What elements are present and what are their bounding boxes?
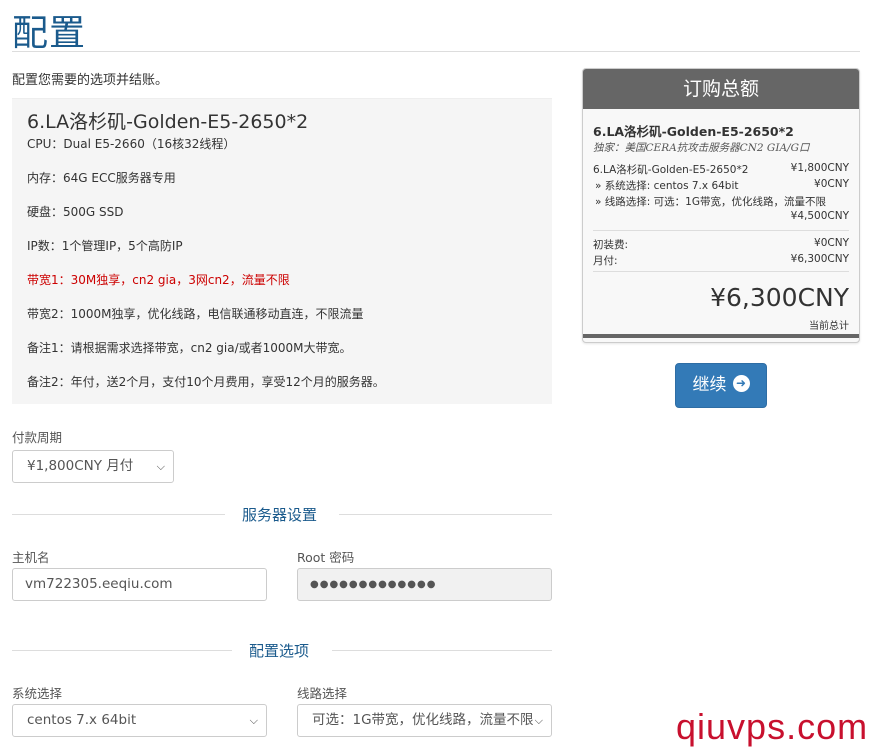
- order-summary-panel: 订购总额 6.LA洛杉矶-Golden-E5-2650*2 独家：美国CERA抗…: [582, 68, 860, 343]
- config-options-title: 配置选项: [249, 642, 310, 660]
- summary-divider: [593, 230, 849, 231]
- setup-fee-label: 初装费:: [593, 239, 629, 251]
- monthly-label: 月付:: [593, 255, 618, 267]
- chevron-down-icon: ⌵: [156, 460, 165, 473]
- os-select-label: 系统选择: [12, 686, 63, 701]
- os-select[interactable]: centos 7.x 64bit ⌵: [12, 704, 267, 737]
- line-select-value: 可选：1G带宽，优化线路，流量不限: [312, 712, 534, 728]
- product-name: 6.LA洛杉矶-Golden-E5-2650*2: [27, 111, 309, 133]
- continue-button[interactable]: 继续 ➜: [675, 363, 767, 408]
- root-password-label: Root 密码: [297, 550, 355, 565]
- arrow-circle-right-icon: ➜: [732, 374, 750, 392]
- page-title: 配置: [12, 13, 87, 54]
- chevron-down-icon: ⌵: [249, 714, 258, 727]
- config-options-heading: 配置选项: [12, 640, 552, 660]
- summary-product-desc: 独家：美国CERA抗攻击服务器CN2 GIA/G口: [593, 142, 810, 154]
- summary-divider: [593, 271, 849, 272]
- summary-line-price: ¥1,800CNY: [790, 162, 849, 174]
- summary-monthly: 月付: ¥6,300CNY: [593, 253, 849, 268]
- summary-line-label: » 线路选择: 可选：1G带宽，优化线路，流量不限: [595, 196, 826, 208]
- spec-note1: 备注1：请根据需求选择带宽，cn2 gia/或者1000M大带宽。: [27, 341, 352, 355]
- title-divider: [12, 51, 860, 52]
- line-select-label: 线路选择: [297, 686, 348, 701]
- spec-bandwidth2: 带宽2：1000M独享，优化线路，电信联通移动直连，不限流量: [27, 307, 364, 321]
- spec-cpu: CPU：Dual E5-2660（16核32线程）: [27, 137, 236, 151]
- spec-disk: 硬盘：500G SSD: [27, 205, 124, 219]
- root-password-input[interactable]: ●●●●●●●●●●●●●: [297, 568, 552, 601]
- spec-memory: 内存：64G ECC服务器专用: [27, 171, 176, 185]
- hostname-input[interactable]: vm722305.eeqiu.com: [12, 568, 267, 601]
- summary-total-label: 当前总计: [809, 321, 849, 332]
- summary-total: ¥6,300CNY: [710, 283, 849, 312]
- server-settings-title: 服务器设置: [242, 506, 318, 524]
- summary-line-price: ¥0CNY: [814, 178, 849, 190]
- chevron-down-icon: ⌵: [534, 714, 543, 727]
- billing-cycle-value: ¥1,800CNY 月付: [27, 458, 134, 474]
- server-settings-heading: 服务器设置: [12, 504, 552, 524]
- spec-ip: IP数：1个管理IP，5个高防IP: [27, 239, 183, 253]
- summary-line-item: » 线路选择: 可选：1G带宽，优化线路，流量不限 ¥4,500CNY: [593, 194, 849, 222]
- billing-cycle-label: 付款周期: [12, 430, 63, 445]
- line-select[interactable]: 可选：1G带宽，优化线路，流量不限 ⌵: [297, 704, 552, 737]
- summary-setup-fee: 初装费: ¥0CNY: [593, 237, 849, 252]
- spec-bandwidth1: 带宽1：30M独享，cn2 gia，3网cn2，流量不限: [27, 273, 290, 287]
- summary-product-name: 6.LA洛杉矶-Golden-E5-2650*2: [593, 124, 794, 139]
- summary-line-label: » 系统选择: centos 7.x 64bit: [595, 180, 739, 192]
- summary-line-label: 6.LA洛杉矶-Golden-E5-2650*2: [593, 164, 749, 176]
- summary-line-price: ¥4,500CNY: [790, 210, 849, 222]
- watermark-text: qiuvps.com: [676, 706, 869, 747]
- setup-fee-value: ¥0CNY: [814, 237, 849, 249]
- summary-line-item: 6.LA洛杉矶-Golden-E5-2650*2 ¥1,800CNY: [593, 162, 849, 177]
- summary-line-item: » 系统选择: centos 7.x 64bit ¥0CNY: [593, 178, 849, 193]
- continue-button-label: 继续: [692, 375, 727, 395]
- spec-note2: 备注2：年付，送2个月，支付10个月费用，享受12个月的服务器。: [27, 375, 385, 389]
- intro-text: 配置您需要的选项并结账。: [12, 73, 169, 88]
- billing-cycle-select[interactable]: ¥1,800CNY 月付 ⌵: [12, 450, 174, 483]
- product-info-panel: 6.LA洛杉矶-Golden-E5-2650*2 CPU：Dual E5-266…: [12, 98, 552, 404]
- hostname-label: 主机名: [12, 550, 50, 565]
- os-select-value: centos 7.x 64bit: [27, 712, 137, 728]
- order-summary-header: 订购总额: [583, 69, 859, 109]
- monthly-value: ¥6,300CNY: [790, 253, 849, 265]
